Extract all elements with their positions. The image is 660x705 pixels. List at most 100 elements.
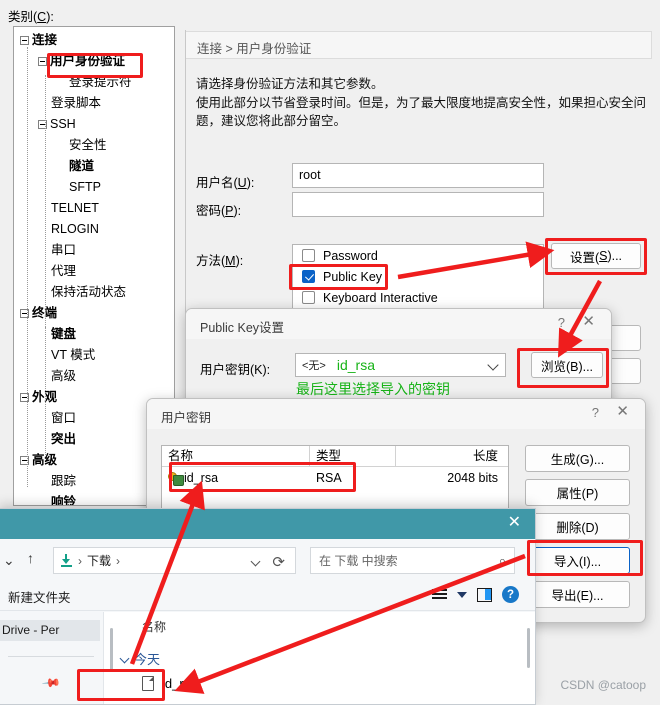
cell-key-name: id_rsa: [162, 468, 310, 489]
tree-item[interactable]: 突出: [38, 432, 76, 446]
user-key-label: 用户密钥(K):: [200, 363, 271, 377]
tree-item-label: TELNET: [51, 201, 99, 215]
tree-item[interactable]: 连接: [20, 33, 57, 47]
tree-item[interactable]: 安全性: [56, 138, 107, 152]
new-folder-button[interactable]: 新建文件夹: [8, 587, 71, 606]
user-key-selected-value: id_rsa: [336, 357, 375, 373]
tree-item-label: RLOGIN: [51, 222, 99, 236]
method-option-label: Keyboard Interactive: [323, 290, 438, 305]
tree-item-label: 登录脚本: [51, 96, 102, 110]
tree-item[interactable]: VT 模式: [38, 348, 95, 362]
tree-item[interactable]: 代理: [38, 264, 76, 278]
explorer-file-list[interactable]: 名称 今天 id_rsa: [103, 612, 535, 704]
tree-item[interactable]: 高级: [20, 453, 57, 467]
list-scrollbar-left[interactable]: [110, 628, 113, 672]
password-input[interactable]: [292, 192, 544, 217]
group-header-today[interactable]: 今天: [119, 649, 160, 668]
tree-item[interactable]: 隧道: [56, 159, 94, 173]
explorer-body: Drive - Per 📌 名称 今天 id_rsa: [0, 612, 535, 704]
method-option[interactable]: Public Key: [293, 266, 543, 287]
username-input[interactable]: root: [292, 163, 544, 188]
view-list-icon[interactable]: [432, 589, 447, 600]
tree-item-label: 响铃: [51, 495, 77, 506]
search-box[interactable]: 在 下载 中搜索 ⌕: [310, 547, 515, 574]
key-action-button[interactable]: 属性(P): [525, 479, 630, 506]
checkbox-unchecked-icon[interactable]: [302, 249, 315, 262]
tree-item[interactable]: 登录提示符: [56, 75, 132, 89]
password-label: 密码(P):: [196, 204, 242, 218]
cell-key-length: 2048 bits: [447, 470, 498, 485]
column-header-name[interactable]: 名称: [162, 445, 310, 467]
key-action-button[interactable]: 导入(I)...: [525, 547, 630, 574]
tree-item[interactable]: RLOGIN: [38, 222, 99, 236]
explorer-titlebar[interactable]: ✕: [0, 509, 535, 539]
up-arrow-icon[interactable]: ↑: [27, 550, 34, 566]
chevron-down-icon[interactable]: [487, 359, 499, 371]
file-explorer-window: ✕ ⌄ ↑ › 下载 › ⟳ 在 下载 中搜索 ⌕ 新建文件夹 ? Drive …: [0, 508, 536, 705]
tree-item[interactable]: SSH: [38, 117, 76, 131]
tree-item[interactable]: 登录脚本: [38, 96, 101, 110]
expander-collapse-icon[interactable]: [20, 36, 29, 46]
column-header-type[interactable]: 类型: [310, 445, 396, 467]
tree-item[interactable]: 跟踪: [38, 474, 76, 488]
tree-item-label: 突出: [51, 432, 77, 446]
address-crumb-downloads[interactable]: 下载: [87, 552, 111, 569]
description-line-2: 使用此部分以节省登录时间。但是，为了最大限度地提高安全性，如果担心安全问题，建议…: [196, 96, 647, 128]
address-separator-2: ›: [116, 553, 121, 568]
tree-item[interactable]: 窗口: [38, 411, 76, 425]
user-keys-dialog-titlebar: 用户密钥 ? ✕: [147, 399, 645, 429]
key-action-button[interactable]: 删除(D): [525, 513, 630, 540]
address-bar[interactable]: › 下载 › ⟳: [53, 547, 296, 574]
close-icon[interactable]: ✕: [582, 314, 595, 330]
breadcrumb: 连接 > 用户身份验证: [186, 31, 652, 59]
tree-item[interactable]: 高级: [38, 369, 76, 383]
method-option-label: Public Key: [323, 269, 383, 284]
tree-connector: [45, 327, 46, 445]
list-item[interactable]: id_rsa: [142, 676, 197, 691]
tree-item[interactable]: 串口: [38, 243, 76, 257]
checkbox-unchecked-icon[interactable]: [302, 291, 315, 304]
method-option[interactable]: Password: [293, 245, 543, 266]
help-icon[interactable]: ?: [558, 315, 565, 330]
tree-item[interactable]: SFTP: [56, 180, 101, 194]
column-header-name[interactable]: 名称: [142, 618, 166, 635]
method-option[interactable]: Keyboard Interactive: [293, 287, 543, 308]
tree-item[interactable]: 键盘: [38, 327, 76, 341]
refresh-icon[interactable]: ⟳: [272, 553, 285, 571]
chevron-down-icon[interactable]: [119, 653, 130, 664]
key-action-button[interactable]: 导出(E)...: [525, 581, 630, 608]
table-row[interactable]: id_rsa RSA 2048 bits: [162, 467, 508, 489]
browse-button[interactable]: 浏览(B)...: [531, 352, 603, 378]
user-key-combobox[interactable]: <无> id_rsa: [295, 353, 506, 377]
address-chevron-down-icon[interactable]: [250, 556, 261, 567]
tree-item-label: 跟踪: [51, 474, 77, 488]
sidebar-item-onedrive[interactable]: Drive - Per: [0, 620, 100, 641]
tree-item[interactable]: 保持活动状态: [38, 285, 126, 299]
caret-down-icon[interactable]: [457, 591, 467, 598]
tree-item[interactable]: TELNET: [38, 201, 99, 215]
tree-item[interactable]: 用户身份验证: [38, 54, 125, 68]
close-icon[interactable]: ✕: [508, 513, 521, 533]
back-chevron-icon[interactable]: ⌄: [3, 552, 15, 569]
tree-item[interactable]: 终端: [20, 306, 57, 320]
green-annotation-select-key: 最后这里选择导入的密钥: [296, 381, 450, 397]
search-icon[interactable]: ⌕: [499, 553, 506, 569]
tree-item[interactable]: 响铃: [38, 495, 77, 506]
method-list[interactable]: Password Public Key Keyboard Interactive: [292, 244, 544, 312]
tree-item[interactable]: 外观: [20, 390, 57, 404]
search-placeholder: 在 下载 中搜索: [319, 554, 398, 568]
list-scrollbar-right[interactable]: [527, 628, 530, 668]
expander-collapse-icon[interactable]: [38, 57, 47, 67]
settings-button[interactable]: 设置(S)...: [551, 243, 641, 269]
tree-item-label: 登录提示符: [69, 75, 132, 89]
close-icon[interactable]: ✕: [616, 404, 629, 420]
help-icon[interactable]: ?: [592, 405, 599, 420]
address-separator-1: ›: [78, 553, 82, 568]
preview-pane-icon[interactable]: [477, 587, 492, 602]
checkbox-checked-icon[interactable]: [302, 270, 315, 283]
help-icon[interactable]: ?: [502, 586, 519, 603]
key-action-button[interactable]: 生成(G)...: [525, 445, 630, 472]
tree-item-label: 保持活动状态: [51, 285, 127, 299]
column-header-length[interactable]: 长度: [396, 446, 504, 467]
downloads-icon: [60, 554, 73, 567]
